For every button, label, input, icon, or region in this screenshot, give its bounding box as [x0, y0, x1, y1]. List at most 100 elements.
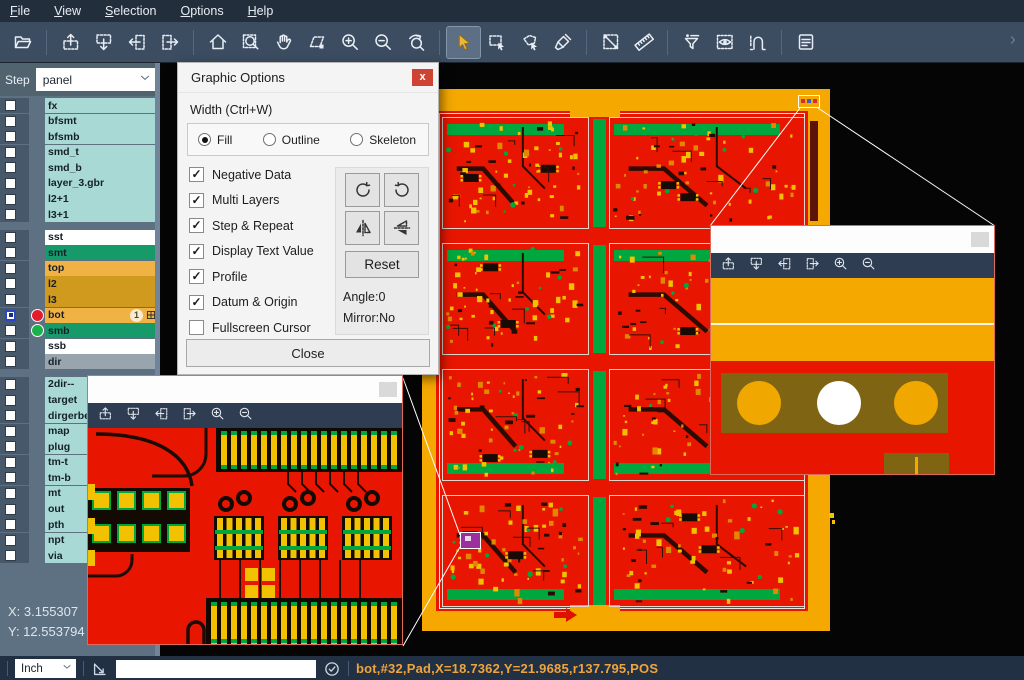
window-button[interactable]	[971, 232, 989, 247]
circle-check-icon[interactable]	[323, 660, 341, 678]
checkbox-datum-origin[interactable]: ✓Datum & Origin	[189, 295, 331, 310]
mag2-tool-zoom-out[interactable]	[861, 256, 876, 276]
dialog-title-bar[interactable]: Graphic Options x	[178, 63, 438, 93]
radio-outline[interactable]: Outline	[263, 133, 320, 147]
dialog-close-button[interactable]: x	[412, 69, 433, 86]
layer-row-smb[interactable]: smb	[0, 323, 160, 338]
menu-item-view[interactable]: View	[54, 4, 81, 18]
layer-label[interactable]: bfsmt	[45, 114, 160, 129]
close-button[interactable]: Close	[186, 339, 430, 367]
layer-visibility-checkbox[interactable]	[5, 263, 16, 274]
magnifier2-title-bar[interactable]	[711, 226, 994, 253]
layer-visibility-checkbox[interactable]	[5, 100, 16, 111]
tool-pan-left[interactable]	[120, 27, 153, 58]
layer-visibility-checkbox[interactable]	[5, 488, 16, 499]
layer-row-l2[interactable]: l2	[0, 276, 160, 291]
tool-ruler[interactable]	[627, 27, 660, 58]
layer-row-smt[interactable]: smt	[0, 245, 160, 260]
checkbox-profile[interactable]: ✓Profile	[189, 269, 331, 284]
layer-row-ssb[interactable]: ssb	[0, 339, 160, 354]
layer-row-l3+1[interactable]: l3+1	[0, 207, 160, 222]
checkbox-box[interactable]: ✓	[189, 295, 204, 310]
layer-label[interactable]: smd_b	[45, 160, 160, 175]
layer-visibility-checkbox[interactable]	[5, 247, 16, 258]
layer-label[interactable]: l2	[45, 276, 160, 291]
checkbox-box[interactable]: ✓	[189, 218, 204, 233]
layer-row-bot[interactable]: bot1	[0, 308, 160, 323]
layer-label[interactable]: dir	[45, 354, 160, 369]
mag2-tool-pan-up[interactable]	[721, 256, 736, 276]
layer-row-smd_b[interactable]: smd_b	[0, 160, 160, 175]
rotate-cw-button[interactable]	[345, 173, 380, 207]
checkbox-box[interactable]	[189, 320, 204, 335]
mag1-tool-pan-down[interactable]	[126, 406, 141, 426]
tool-pan-down[interactable]	[87, 27, 120, 58]
mag1-tool-zoom-out[interactable]	[238, 406, 253, 426]
layer-visibility-checkbox[interactable]	[5, 356, 16, 367]
layer-row-smd_t[interactable]: smd_t	[0, 145, 160, 160]
magnifier1-title-bar[interactable]	[88, 376, 402, 403]
layer-label[interactable]: l2+1	[45, 191, 160, 206]
layer-visibility-checkbox[interactable]	[5, 194, 16, 205]
toolbar-overflow-chevron[interactable]	[1006, 33, 1020, 52]
reset-button[interactable]: Reset	[345, 251, 419, 278]
flip-v-button[interactable]	[384, 211, 419, 245]
layer-row-bfsmt[interactable]: bfsmt	[0, 114, 160, 129]
layer-label[interactable]: smb	[45, 323, 160, 338]
layer-label[interactable]: bfsmb	[45, 129, 160, 144]
layer-row-top[interactable]: top	[0, 261, 160, 276]
menu-item-help[interactable]: Help	[248, 4, 274, 18]
radio-circle[interactable]	[263, 133, 276, 146]
tool-select-cursor[interactable]	[447, 27, 480, 58]
layer-visibility-checkbox[interactable]	[5, 426, 16, 437]
checkbox-negative-data[interactable]: ✓Negative Data	[189, 167, 331, 182]
layer-visibility-checkbox[interactable]	[5, 116, 16, 127]
mag1-tool-zoom-in[interactable]	[210, 406, 225, 426]
checkbox-box[interactable]: ✓	[189, 269, 204, 284]
mag2-tool-pan-down[interactable]	[749, 256, 764, 276]
layer-row-bfsmb[interactable]: bfsmb	[0, 129, 160, 144]
layer-visibility-checkbox[interactable]	[5, 519, 16, 530]
mag2-tool-pan-left[interactable]	[777, 256, 792, 276]
layer-visibility-checkbox[interactable]	[5, 395, 16, 406]
layer-visibility-checkbox[interactable]	[5, 410, 16, 421]
rotate-ccw-button[interactable]	[384, 173, 419, 207]
layer-label[interactable]: sst	[45, 230, 160, 245]
radio-fill[interactable]: Fill	[198, 133, 232, 147]
tool-eye[interactable]	[708, 27, 741, 58]
radio-circle[interactable]	[350, 133, 363, 146]
layer-label[interactable]: smd_t	[45, 145, 160, 160]
tool-report[interactable]	[789, 27, 822, 58]
checkbox-fullscreen-cursor[interactable]: Fullscreen Cursor	[189, 320, 331, 335]
mag2-tool-pan-right[interactable]	[805, 256, 820, 276]
tool-pan-up[interactable]	[54, 27, 87, 58]
layer-visibility-checkbox[interactable]	[5, 341, 16, 352]
tool-rect-select[interactable]	[480, 27, 513, 58]
menu-item-file[interactable]: File	[10, 4, 30, 18]
layer-row-dir[interactable]: dir	[0, 354, 160, 369]
mag1-tool-pan-left[interactable]	[154, 406, 169, 426]
layer-label[interactable]: fx	[45, 98, 160, 113]
layer-visibility-checkbox[interactable]	[5, 131, 16, 142]
command-input[interactable]	[116, 660, 316, 678]
tool-filter[interactable]	[675, 27, 708, 58]
checkbox-box[interactable]: ✓	[189, 167, 204, 182]
radio-skeleton[interactable]: Skeleton	[350, 133, 416, 147]
layer-visibility-checkbox[interactable]	[5, 550, 16, 561]
layer-label[interactable]: smt	[45, 245, 160, 260]
tool-zoom-window[interactable]	[234, 27, 267, 58]
tool-folder-open[interactable]	[6, 27, 39, 58]
layer-visibility-checkbox[interactable]	[5, 379, 16, 390]
magnifier1-view[interactable]	[88, 428, 402, 644]
mag2-tool-zoom-in[interactable]	[833, 256, 848, 276]
radio-circle[interactable]	[198, 133, 211, 146]
layer-visibility-checkbox[interactable]	[5, 457, 16, 468]
flip-h-button[interactable]	[345, 211, 380, 245]
layer-visibility-checkbox[interactable]	[5, 147, 16, 158]
layer-row-l2+1[interactable]: l2+1	[0, 191, 160, 206]
layer-visibility-checkbox[interactable]	[5, 472, 16, 483]
checkbox-multi-layers[interactable]: ✓Multi Layers	[189, 193, 331, 208]
layer-label[interactable]: ssb	[45, 339, 160, 354]
layer-visibility-checkbox[interactable]	[5, 162, 16, 173]
tool-home[interactable]	[201, 27, 234, 58]
